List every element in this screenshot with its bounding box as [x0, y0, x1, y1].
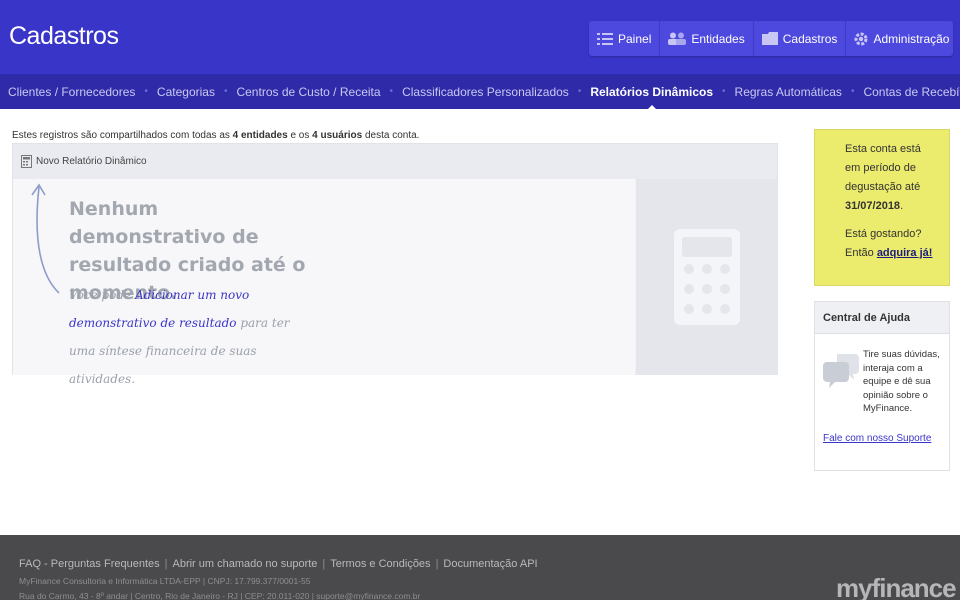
- subnav-categorias[interactable]: Categorias: [157, 85, 215, 99]
- subnav-separator-dot: •: [577, 86, 582, 97]
- trial-line1-end: .: [900, 200, 904, 212]
- subnav-contas-recebiveis[interactable]: Contas de Recebíveis: [863, 85, 960, 99]
- trial-date: 31/07/2018: [845, 200, 901, 212]
- nav-entidades-label: Entidades: [691, 31, 745, 46]
- new-report-label: Novo Relatório Dinâmico: [36, 156, 147, 167]
- help-center: Central de Ajuda Tire suas dúvidas, inte…: [814, 301, 950, 471]
- page-title: Cadastros: [9, 22, 119, 50]
- share-note-middle: e os: [287, 130, 313, 141]
- trial-period-text: Esta conta está em período de degustação…: [845, 140, 939, 216]
- support-link[interactable]: Fale com nosso Suporte: [823, 433, 931, 444]
- arrow-up-icon: [31, 183, 60, 294]
- gear-icon: [854, 32, 868, 45]
- calculator-icon: [21, 155, 32, 168]
- share-note-suffix: desta conta.: [362, 130, 420, 141]
- calculator-icon: [674, 229, 740, 325]
- footer-separator: |: [435, 558, 439, 570]
- nav-painel[interactable]: Painel: [589, 21, 661, 56]
- footer-company: MyFinance Consultoria e Informática LTDA…: [19, 576, 311, 586]
- reports-panel: Novo Relatório Dinâmico Nenhum demonstra…: [12, 143, 778, 386]
- help-title: Central de Ajuda: [815, 302, 949, 334]
- share-note-users: 4 usuários: [312, 130, 363, 141]
- nav-cadastros[interactable]: Cadastros: [754, 21, 847, 56]
- subnav-relatorios-dinamicos[interactable]: Relatórios Dinâmicos: [590, 84, 714, 111]
- subnav-clientes-fornecedores[interactable]: Clientes / Fornecedores: [8, 85, 135, 99]
- footer-link-ticket[interactable]: Abrir um chamado no suporte: [173, 558, 318, 570]
- share-note: Estes registros são compartilhados com t…: [12, 130, 419, 141]
- subnav-separator-dot: •: [722, 86, 726, 97]
- subnav-relatorios-dinamicos-label: Relatórios Dinâmicos: [590, 84, 714, 99]
- footer-address: Rua do Carmo, 43 - 8º andar | Centro, Ri…: [19, 591, 421, 600]
- trial-notice: Esta conta está em período de degustação…: [814, 129, 950, 286]
- trial-cta-text: Está gostando? Então adquira já!: [845, 225, 939, 263]
- share-note-prefix: Estes registros são compartilhados com t…: [12, 130, 233, 141]
- nav-administracao[interactable]: Administração: [846, 21, 957, 56]
- subnav-regras-automaticas[interactable]: Regras Automáticas: [735, 85, 842, 99]
- share-note-entities: 4 entidades: [232, 130, 288, 141]
- footer-logo: myfinance: [836, 573, 957, 600]
- empty-state: Nenhum demonstrativo de resultado criado…: [13, 179, 635, 386]
- footer: FAQ - Perguntas Frequentes | Abrir um cham…: [0, 535, 960, 600]
- footer-links: FAQ - Perguntas Frequentes | Abrir um cham…: [19, 558, 538, 570]
- subnav-separator-dot: •: [223, 86, 228, 97]
- empty-state-subtitle: Você pode Adicionar um novo demonstrativ…: [69, 281, 319, 393]
- footer-link-terms[interactable]: Termos e Condições: [330, 558, 430, 570]
- trial-line1: Esta conta está em período de degustação…: [845, 143, 921, 193]
- subnav-separator-dot: •: [850, 86, 855, 97]
- chat-bubbles-icon: [823, 354, 859, 388]
- new-report-button[interactable]: Novo Relatório Dinâmico: [13, 144, 777, 179]
- help-text: Tire suas dúvidas, interaja com a equipe…: [863, 349, 940, 414]
- subnav-separator-dot: •: [389, 86, 394, 97]
- nav-cadastros-label: Cadastros: [782, 31, 838, 46]
- active-caret: [645, 104, 658, 111]
- footer-separator: |: [164, 558, 168, 570]
- subnav-separator-dot: •: [144, 86, 148, 97]
- empty-sub-prefix: Você pode: [69, 288, 135, 302]
- app-header: Cadastros Painel Entidades Cadastros Adm…: [0, 0, 960, 74]
- buy-now-link[interactable]: adquira já!: [877, 247, 933, 259]
- empty-state-illustration: [636, 179, 778, 375]
- nav-entidades[interactable]: Entidades: [660, 21, 754, 56]
- users-icon: [668, 32, 687, 45]
- nav-painel-label: Painel: [618, 31, 652, 46]
- nav-administracao-label: Administração: [873, 31, 950, 46]
- footer-link-api[interactable]: Documentação API: [443, 558, 537, 570]
- subnav-classificadores[interactable]: Classificadores Personalizados: [402, 85, 569, 99]
- sub-nav: Clientes / Fornecedores • Categorias • C…: [0, 74, 960, 111]
- subnav-centros-custo[interactable]: Centros de Custo / Receita: [236, 85, 380, 99]
- footer-separator: |: [322, 558, 326, 570]
- top-nav: Painel Entidades Cadastros Administração: [589, 21, 953, 56]
- folder-icon: [761, 32, 778, 45]
- footer-link-faq[interactable]: FAQ - Perguntas Frequentes: [19, 558, 160, 570]
- list-icon: [597, 32, 613, 45]
